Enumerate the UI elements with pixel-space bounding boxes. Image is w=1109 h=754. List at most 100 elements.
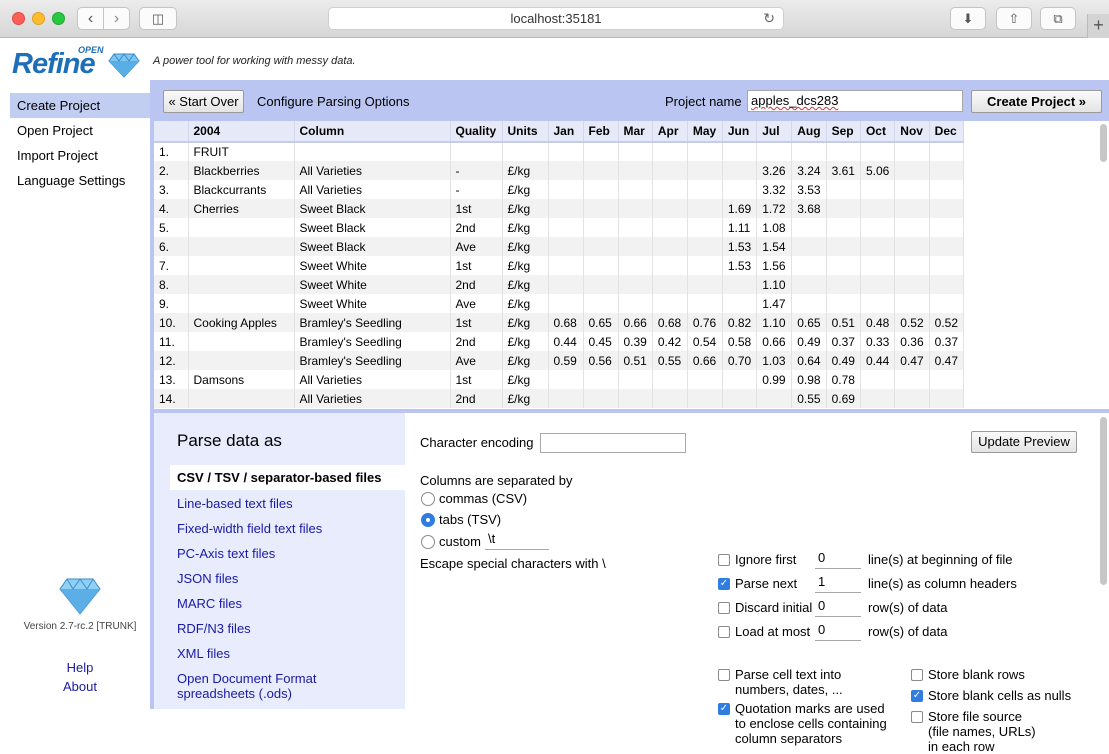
table-cell: 2nd bbox=[450, 389, 503, 408]
column-header[interactable]: Oct bbox=[860, 121, 896, 143]
column-header[interactable]: Jun bbox=[722, 121, 758, 143]
tabs-overview-icon[interactable]: ⧉ bbox=[1040, 7, 1076, 30]
column-header[interactable]: Dec bbox=[929, 121, 965, 143]
column-header[interactable]: Jul bbox=[756, 121, 793, 143]
ignore-first-checkbox[interactable] bbox=[718, 554, 730, 566]
store-file-source-checkbox[interactable] bbox=[911, 711, 923, 723]
forward-icon[interactable]: › bbox=[104, 8, 129, 29]
options-scrollbar[interactable] bbox=[1100, 417, 1107, 585]
sidebar-toggle-icon[interactable]: ◫ bbox=[139, 7, 177, 30]
column-header[interactable]: Apr bbox=[652, 121, 688, 143]
download-icon[interactable]: ⬇ bbox=[950, 7, 986, 30]
address-bar[interactable]: localhost:35181 ↻ bbox=[328, 7, 784, 30]
column-header[interactable]: Quality bbox=[450, 121, 503, 143]
table-cell bbox=[860, 370, 896, 389]
format-json[interactable]: JSON files bbox=[177, 571, 238, 586]
column-header[interactable]: Nov bbox=[894, 121, 930, 143]
start-over-button[interactable]: « Start Over bbox=[163, 90, 244, 113]
share-icon[interactable]: ⇧ bbox=[996, 7, 1032, 30]
separator-commas-radio[interactable] bbox=[421, 492, 435, 506]
column-header[interactable]: Sep bbox=[826, 121, 861, 143]
table-cell bbox=[583, 389, 619, 408]
back-icon[interactable]: ‹ bbox=[78, 8, 104, 29]
nav-import-project[interactable]: Import Project bbox=[10, 143, 150, 168]
format-rdf-n3[interactable]: RDF/N3 files bbox=[177, 621, 251, 636]
row-number-header[interactable] bbox=[154, 121, 189, 143]
zoom-window-button[interactable] bbox=[52, 12, 65, 25]
custom-separator-input[interactable]: \t bbox=[485, 530, 549, 550]
table-cell: 2nd bbox=[450, 332, 503, 351]
format-ods[interactable]: Open Document Format spreadsheets (.ods) bbox=[177, 671, 327, 701]
reload-icon[interactable]: ↻ bbox=[763, 8, 775, 29]
table-cell: 0.49 bbox=[791, 332, 827, 351]
nav-language-settings[interactable]: Language Settings bbox=[10, 168, 150, 193]
column-header[interactable]: Jan bbox=[548, 121, 584, 143]
format-line-based[interactable]: Line-based text files bbox=[177, 496, 293, 511]
help-link[interactable]: Help bbox=[0, 660, 160, 675]
table-cell: Cherries bbox=[188, 199, 295, 218]
table-cell: Sweet Black bbox=[294, 199, 451, 218]
character-encoding-input[interactable] bbox=[540, 433, 686, 453]
nav-create-project[interactable]: Create Project bbox=[10, 93, 150, 118]
parse-cell-text-checkbox[interactable] bbox=[718, 669, 730, 681]
format-xml[interactable]: XML files bbox=[177, 646, 230, 661]
format-pc-axis[interactable]: PC-Axis text files bbox=[177, 546, 275, 561]
format-fixed-width[interactable]: Fixed-width field text files bbox=[177, 521, 322, 536]
table-cell bbox=[548, 161, 584, 180]
table-cell bbox=[618, 237, 653, 256]
parse-next-input[interactable]: 1 bbox=[815, 573, 861, 593]
column-header[interactable]: Feb bbox=[583, 121, 619, 143]
load-at-most-suffix: row(s) of data bbox=[868, 624, 948, 639]
create-project-button[interactable]: Create Project » bbox=[971, 90, 1102, 113]
table-cell: 0.36 bbox=[894, 332, 930, 351]
table-cell bbox=[929, 237, 965, 256]
preview-scrollbar[interactable] bbox=[1100, 124, 1107, 162]
table-cell: 0.51 bbox=[618, 351, 653, 370]
table-cell bbox=[722, 370, 758, 389]
column-header[interactable]: 2004 bbox=[188, 121, 295, 143]
ignore-first-input[interactable]: 0 bbox=[815, 549, 861, 569]
parse-next-checkbox[interactable]: ✓ bbox=[718, 578, 730, 590]
table-cell: 0.55 bbox=[652, 351, 688, 370]
table-cell: £/kg bbox=[502, 199, 549, 218]
load-at-most-checkbox[interactable] bbox=[718, 626, 730, 638]
table-cell bbox=[652, 199, 688, 218]
close-window-button[interactable] bbox=[12, 12, 25, 25]
about-link[interactable]: About bbox=[0, 679, 160, 694]
row-number-cell: 7. bbox=[154, 256, 189, 275]
table-cell: £/kg bbox=[502, 275, 549, 294]
discard-initial-checkbox[interactable] bbox=[718, 602, 730, 614]
quotation-marks-checkbox[interactable]: ✓ bbox=[718, 703, 730, 715]
discard-initial-input[interactable]: 0 bbox=[815, 597, 861, 617]
column-header[interactable]: Units bbox=[502, 121, 549, 143]
store-blank-cells-checkbox[interactable]: ✓ bbox=[911, 690, 923, 702]
table-cell: 0.33 bbox=[860, 332, 896, 351]
quotation-label-2: to enclose cells containing bbox=[735, 716, 887, 731]
new-tab-icon[interactable]: + bbox=[1087, 14, 1109, 38]
table-cell: 0.65 bbox=[583, 313, 619, 332]
separator-custom-radio[interactable] bbox=[421, 535, 435, 549]
table-cell: 1st bbox=[450, 256, 503, 275]
table-cell: 0.76 bbox=[687, 313, 723, 332]
table-cell bbox=[618, 294, 653, 313]
project-name-input[interactable]: apples_dcs283 bbox=[747, 90, 963, 112]
column-header[interactable]: May bbox=[687, 121, 723, 143]
table-row: 4. Cherries Sweet Black 1st £/kg 1.69 1.72 3.68 bbox=[154, 199, 965, 218]
format-marc[interactable]: MARC files bbox=[177, 596, 242, 611]
column-header[interactable]: Mar bbox=[618, 121, 653, 143]
store-blank-rows-checkbox[interactable] bbox=[911, 669, 923, 681]
column-header[interactable]: Aug bbox=[791, 121, 827, 143]
openrefine-logo[interactable]: Refine OPEN bbox=[12, 45, 142, 80]
nav-open-project[interactable]: Open Project bbox=[10, 118, 150, 143]
row-number-cell: 4. bbox=[154, 199, 189, 218]
load-at-most-input[interactable]: 0 bbox=[815, 621, 861, 641]
separator-tabs-radio[interactable] bbox=[421, 513, 435, 527]
minimize-window-button[interactable] bbox=[32, 12, 45, 25]
format-csv-tsv[interactable]: CSV / TSV / separator-based files bbox=[170, 465, 405, 490]
column-header[interactable]: Column bbox=[294, 121, 451, 143]
table-cell bbox=[294, 142, 451, 161]
update-preview-button[interactable]: Update Preview bbox=[971, 431, 1077, 453]
table-cell bbox=[687, 389, 723, 408]
table-cell: 1.53 bbox=[722, 237, 758, 256]
separator-label: Columns are separated by bbox=[420, 473, 573, 488]
